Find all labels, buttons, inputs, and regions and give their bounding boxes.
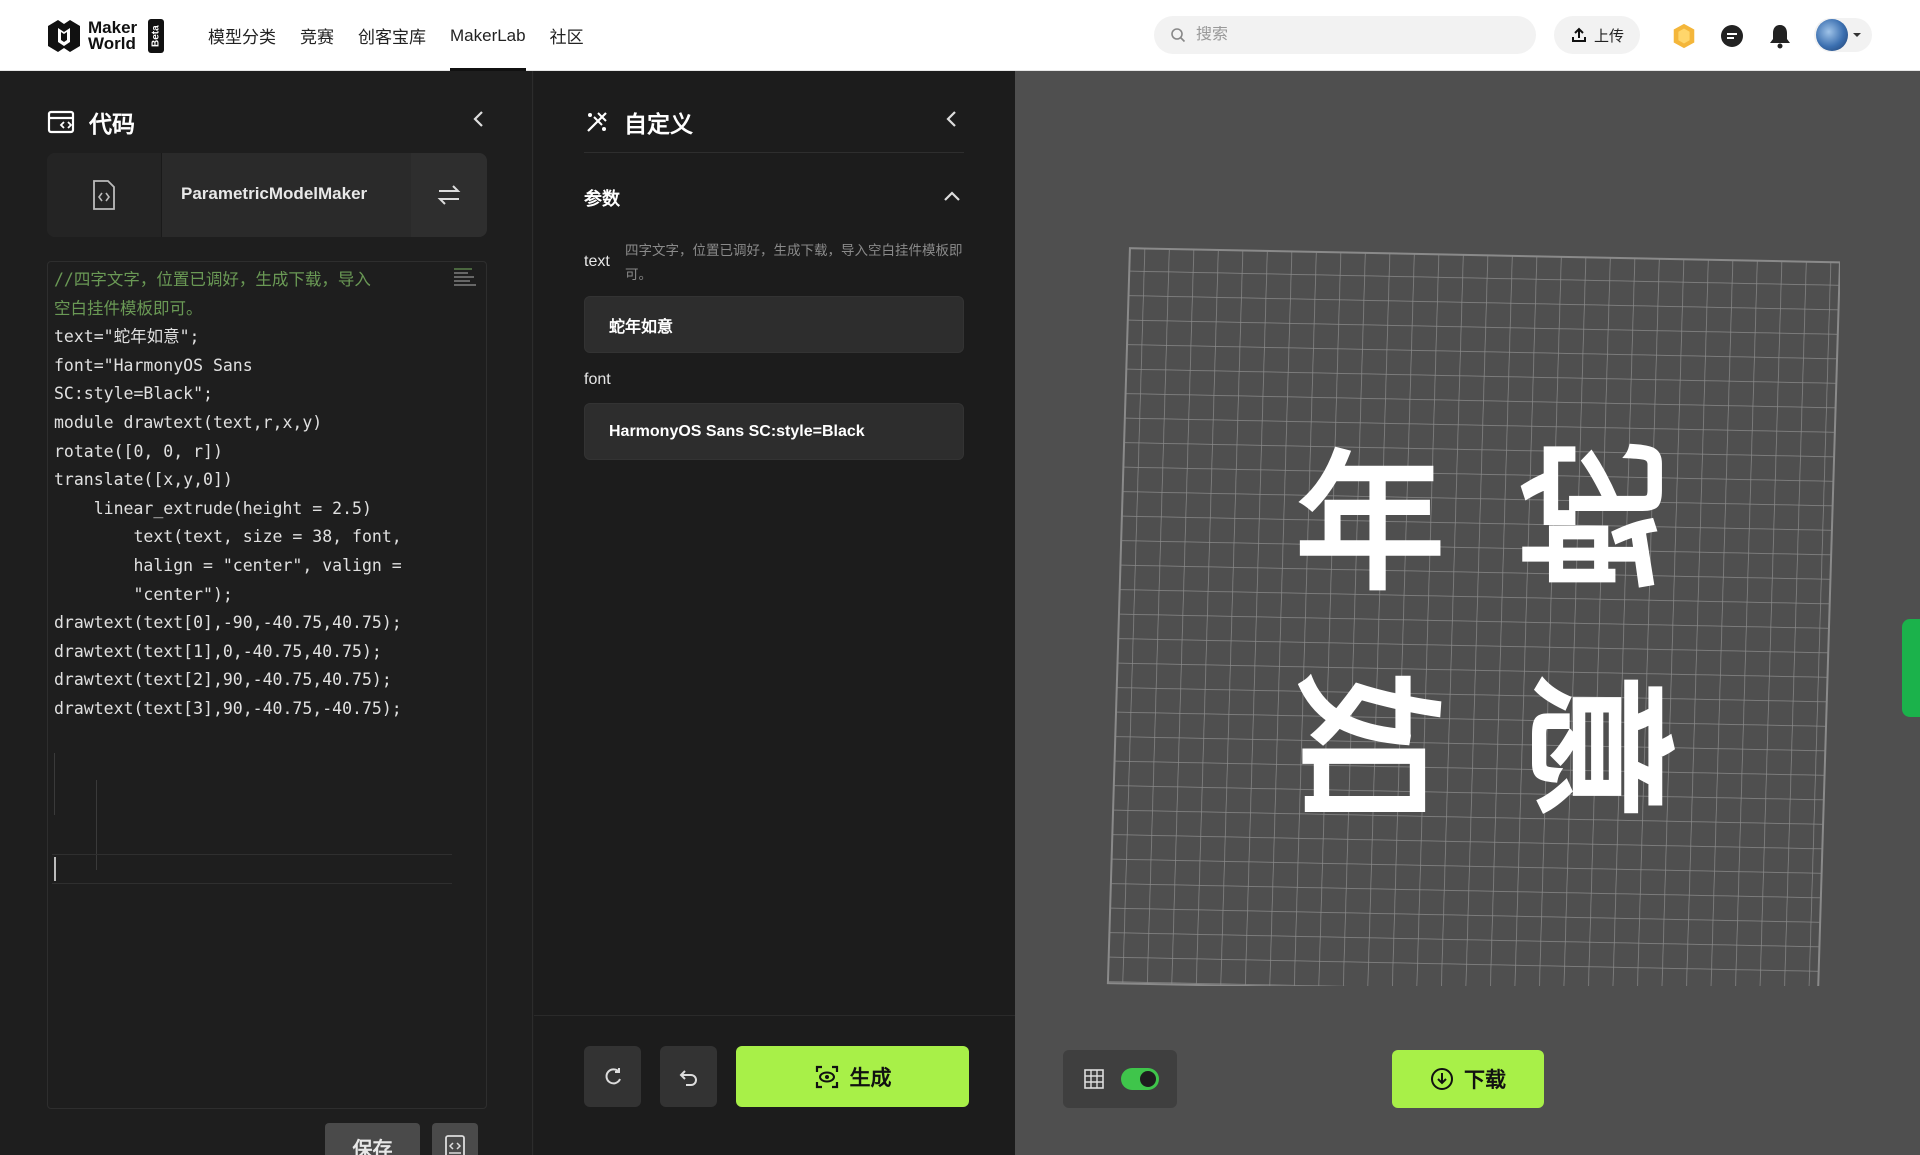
search-input[interactable]	[1196, 26, 1516, 44]
chevron-up-icon[interactable]	[940, 185, 964, 209]
plate-char-2: 蛇	[1512, 441, 1686, 591]
logo-mark-icon	[48, 20, 80, 52]
code-line: "center");	[54, 584, 233, 604]
code-window-icon	[47, 110, 75, 134]
code-file-icon	[93, 180, 115, 210]
generate-button[interactable]: 生成	[736, 1046, 969, 1107]
param-text-description: 四字文字，位置已调好，生成下载，导入空白挂件模板即可。	[625, 243, 963, 282]
download-button[interactable]: 下载	[1392, 1050, 1544, 1108]
indent-guide	[54, 753, 55, 815]
code-line: linear_extrude(height = 2.5)	[54, 498, 372, 518]
search-icon	[1171, 28, 1186, 43]
plate-char-4: 意	[1509, 671, 1683, 821]
code-line: drawtext(text[2],90,-40.75,40.75);	[54, 670, 392, 690]
code-line: drawtext(text[0],-90,-40.75,40.75);	[54, 613, 402, 633]
code-line: translate([x,y,0])	[54, 470, 233, 490]
undo-icon	[679, 1069, 697, 1086]
download-icon	[1431, 1068, 1453, 1090]
nav-maker-treasury[interactable]: 创客宝库	[358, 0, 426, 71]
logo-line-world: World	[88, 34, 136, 53]
code-panel-title: 代码	[47, 105, 135, 139]
main-nav: 模型分类 竞赛 创客宝库 MakerLab 社区	[208, 0, 584, 71]
upload-button[interactable]: 上传	[1554, 16, 1640, 54]
customize-panel: 自定义 参数 text 四字文字，位置已调好，生成下载，导入空白挂件模板即可。 …	[534, 71, 1015, 1155]
avatar[interactable]	[1816, 19, 1848, 51]
top-navigation-bar: Maker World Beta 模型分类 竞赛 创客宝库 MakerLab 社…	[0, 0, 1920, 71]
bell-icon[interactable]	[1766, 22, 1794, 50]
swap-icon	[437, 185, 461, 205]
documentation-button[interactable]	[432, 1123, 478, 1155]
build-plate[interactable]: 年 蛇 如 意	[1100, 246, 1840, 986]
code-panel-title-text: 代码	[89, 111, 135, 137]
code-text[interactable]: //四字文字，位置已调好，生成下载，导入 空白挂件模板即可。 text="蛇年如意"…	[54, 266, 402, 724]
makerworld-logo[interactable]: Maker World	[46, 18, 137, 54]
code-editor[interactable]: //四字文字，位置已调好，生成下载，导入 空白挂件模板即可。 text="蛇年如意"…	[47, 261, 487, 1109]
nav-contests[interactable]: 竞赛	[300, 0, 334, 71]
param-text-input[interactable]: 蛇年如意	[584, 296, 964, 353]
nav-community[interactable]: 社区	[550, 0, 584, 71]
param-text-label: text	[584, 253, 610, 270]
code-line: text="蛇年如意";	[54, 327, 200, 347]
text-cursor	[54, 857, 56, 881]
search-box[interactable]	[1154, 16, 1536, 54]
refresh-icon	[605, 1067, 621, 1084]
code-line: font="HarmonyOS Sans	[54, 355, 253, 375]
divider	[584, 152, 964, 153]
generate-label: 生成	[849, 1066, 892, 1090]
current-line-highlight	[52, 854, 452, 884]
user-menu[interactable]	[1814, 18, 1872, 52]
logo-text: Maker World	[88, 19, 137, 53]
magic-wand-icon	[587, 112, 607, 132]
grid-toggle-switch[interactable]	[1121, 1068, 1159, 1090]
bottom-divider	[534, 1015, 1015, 1016]
file-tab[interactable]: ParametricModelMaker	[47, 153, 487, 237]
save-button[interactable]: 保存	[325, 1123, 420, 1155]
download-label: 下载	[1464, 1069, 1506, 1092]
nav-model-categories[interactable]: 模型分类	[208, 0, 276, 71]
feedback-side-tab[interactable]	[1902, 619, 1920, 717]
undo-button[interactable]	[660, 1046, 717, 1107]
collapse-code-panel-icon[interactable]	[467, 107, 491, 131]
code-line: module drawtext(text,r,x,y)	[54, 412, 323, 432]
message-icon[interactable]	[1718, 22, 1746, 50]
file-name: ParametricModelMaker	[181, 184, 368, 203]
upload-label: 上传	[1593, 27, 1624, 45]
code-line: rotate([0, 0, r])	[54, 441, 223, 461]
beta-badge: Beta	[148, 19, 164, 53]
grid-icon	[1084, 1069, 1104, 1089]
plate-char-1: 年	[1295, 438, 1445, 612]
params-section-title[interactable]: 参数	[584, 185, 620, 211]
param-font-input[interactable]: HarmonyOS Sans SC:style=Black	[584, 403, 964, 460]
reset-button[interactable]	[584, 1046, 641, 1107]
3d-viewport[interactable]: 年 蛇 如 意 下载	[1015, 71, 1920, 1155]
coin-icon[interactable]	[1670, 22, 1698, 50]
plate-char-3: 如	[1277, 671, 1451, 821]
code-line: //四字文字，位置已调好，生成下载，导入	[54, 270, 371, 289]
code-line: halign = "center", valign =	[54, 555, 402, 575]
param-font-label: font	[584, 371, 611, 388]
switch-file-button[interactable]	[411, 153, 487, 237]
customize-panel-title: 自定义	[584, 105, 693, 139]
chevron-down-icon	[1853, 33, 1861, 37]
code-line: text(text, size = 38, font,	[54, 527, 402, 547]
code-doc-icon	[445, 1135, 465, 1155]
code-line: 空白挂件模板即可。	[54, 298, 203, 318]
code-line: drawtext(text[1],0,-40.75,40.75);	[54, 641, 382, 661]
code-line: drawtext(text[3],90,-40.75,-40.75);	[54, 698, 402, 718]
customize-panel-title-text: 自定义	[624, 111, 693, 137]
minimap[interactable]	[452, 264, 478, 290]
file-icon-box	[47, 153, 162, 237]
code-panel: 代码 ParametricModelMaker //四字文字，位置已调好，生成下…	[0, 71, 533, 1155]
collapse-customize-panel-icon[interactable]	[940, 107, 964, 131]
nav-makerlab[interactable]: MakerLab	[450, 0, 526, 71]
scan-eye-icon	[815, 1065, 838, 1088]
grid-toggle-control[interactable]	[1063, 1050, 1177, 1108]
upload-icon	[1571, 27, 1586, 42]
code-line: SC:style=Black";	[54, 384, 213, 404]
